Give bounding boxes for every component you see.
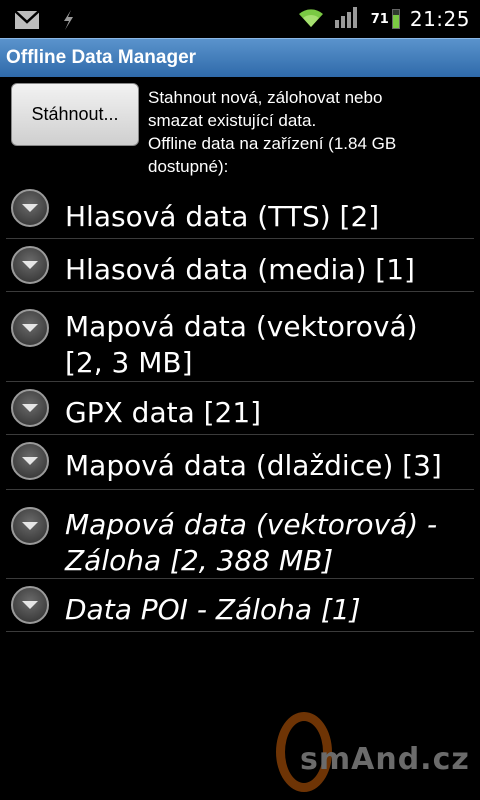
page-title: Offline Data Manager — [6, 47, 197, 68]
list-item-label: Mapová data (dlaždice) [3] — [65, 449, 442, 482]
list-item[interactable]: Data POI - Záloha [1] — [6, 579, 474, 632]
list-item[interactable]: GPX data [21] — [6, 382, 474, 435]
list-item-label: Hlasová data (TTS) [2] — [65, 200, 380, 233]
usb-debug-icon — [60, 9, 76, 35]
gmail-icon — [14, 10, 40, 34]
wifi-icon — [297, 6, 325, 32]
expand-icon[interactable] — [11, 189, 49, 227]
list-item-label: Data POI - Záloha [1] — [65, 593, 361, 626]
expand-icon[interactable] — [11, 507, 49, 545]
expand-icon[interactable] — [11, 586, 49, 624]
list-item-label: Mapová data (vektorová) [2, 3 MB] — [65, 310, 418, 379]
list-item[interactable]: Mapová data (vektorová) - Záloha [2, 388 … — [6, 490, 474, 579]
signal-icon — [334, 6, 361, 32]
header-description: Stahnout nová, zálohovat nebo smazat exi… — [148, 86, 473, 178]
list-item[interactable]: Mapová data (dlaždice) [3] — [6, 435, 474, 490]
watermark: smAnd.cz — [276, 712, 476, 792]
battery-icon — [391, 9, 400, 29]
list-item[interactable]: Hlasová data (media) [1] — [6, 239, 474, 292]
list-item-label: Hlasová data (media) [1] — [65, 253, 415, 286]
download-button[interactable]: Stáhnout... — [11, 83, 139, 146]
battery-level: 71 — [370, 11, 389, 27]
expand-icon[interactable] — [11, 442, 49, 480]
header-line: dostupné): — [148, 157, 229, 176]
title-bar: Offline Data Manager — [0, 38, 480, 77]
header-line: smazat existující data. — [148, 111, 317, 130]
list-item-label: Mapová data (vektorová) - Záloha [2, 388 … — [65, 508, 438, 577]
header-line: Offline data na zařízení (1.84 GB — [148, 134, 397, 153]
header-line: Stahnout nová, zálohovat nebo — [148, 88, 383, 107]
data-list: Hlasová data (TTS) [2] Hlasová data (med… — [6, 182, 474, 632]
battery-indicator: 71 — [371, 9, 400, 29]
expand-icon[interactable] — [11, 246, 49, 284]
expand-icon[interactable] — [11, 309, 49, 347]
expand-icon[interactable] — [11, 389, 49, 427]
list-item[interactable]: Mapová data (vektorová) [2, 3 MB] — [6, 292, 474, 382]
status-bar: 71 21:25 — [0, 0, 480, 38]
clock: 21:25 — [409, 7, 470, 31]
list-item[interactable]: Hlasová data (TTS) [2] — [6, 182, 474, 239]
watermark-text: smAnd.cz — [300, 742, 470, 777]
list-item-label: GPX data [21] — [65, 396, 262, 429]
